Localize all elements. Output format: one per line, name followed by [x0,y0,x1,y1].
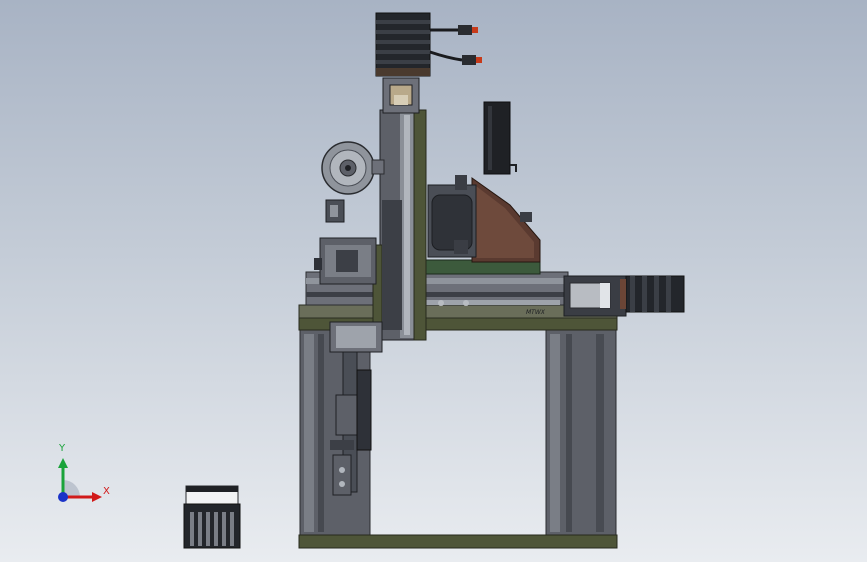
graphics-viewport[interactable]: MTWX Y X [0,0,867,562]
motor-cables [429,25,482,65]
vertical-stepper-motor [375,12,431,77]
spool-roller [321,141,385,195]
y-axis-label: Y [59,443,66,454]
lower-actuator [329,321,383,496]
rail-marking: MTWX [526,309,546,316]
spare-motor [183,485,241,549]
cad-model[interactable]: MTWX [0,0,867,562]
coordinate-triad [58,458,102,502]
horizontal-stepper-motor [620,275,685,313]
black-block [483,101,517,175]
vertical-column [372,77,427,341]
z-axis-dot [58,492,68,502]
left-tool-block [314,199,377,285]
x-axis-label: X [103,486,110,497]
